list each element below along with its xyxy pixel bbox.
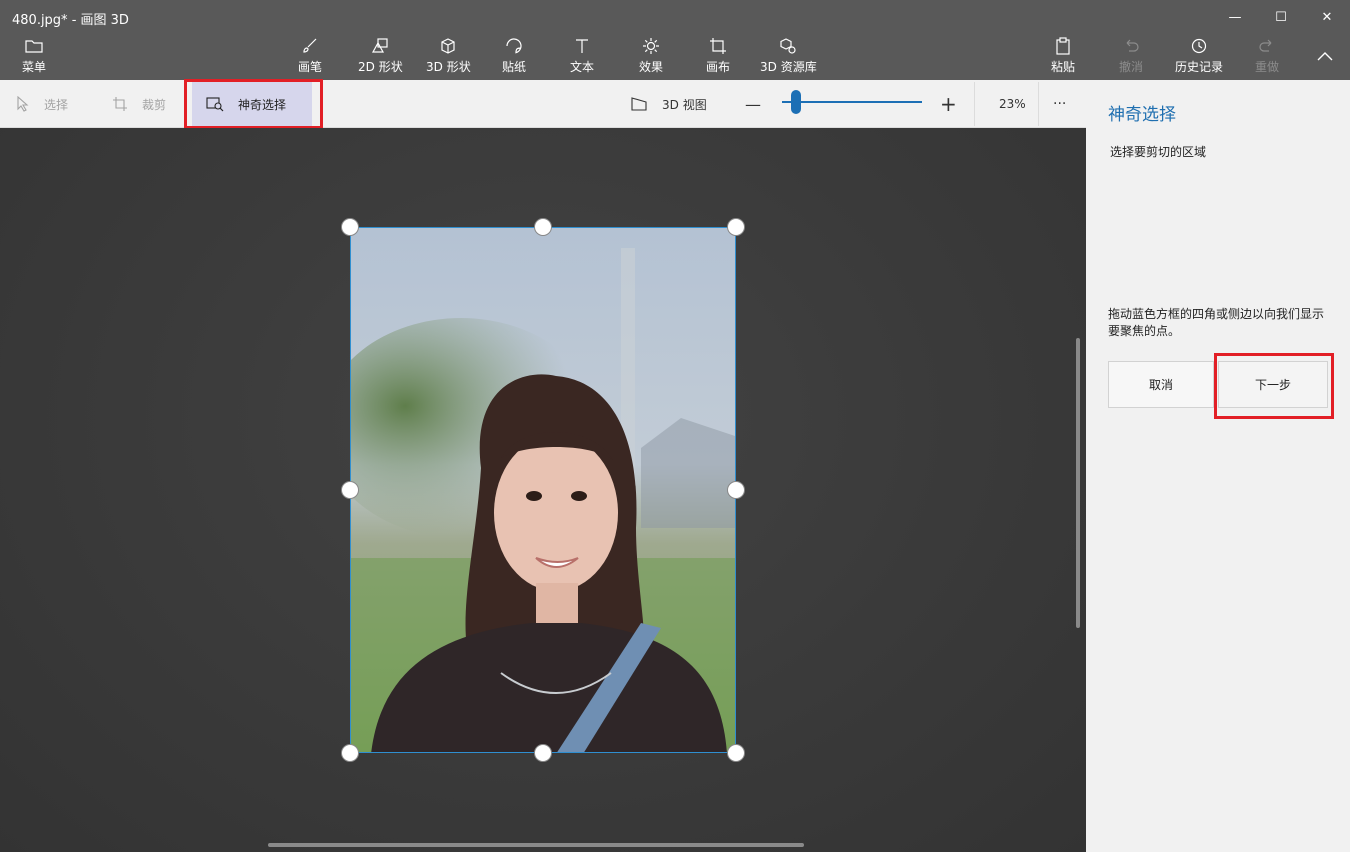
- 3d-library-icon: [779, 36, 797, 56]
- panel-title: 神奇选择: [1108, 105, 1176, 125]
- tool-canvas[interactable]: 画布: [706, 36, 730, 78]
- crop-label: 裁剪: [142, 97, 167, 112]
- 3d-shapes-icon: [439, 36, 457, 56]
- minimize-button[interactable]: —: [1212, 4, 1258, 30]
- tool-label: 贴纸: [502, 60, 527, 74]
- portrait-photo: [351, 228, 735, 752]
- history-icon: [1190, 36, 1208, 56]
- vertical-scrollbar[interactable]: [1076, 338, 1080, 628]
- undo-button[interactable]: 撤消: [1119, 36, 1143, 78]
- redo-button[interactable]: 重做: [1255, 36, 1279, 78]
- folder-icon: [25, 36, 43, 56]
- resize-handle-top[interactable]: [534, 218, 552, 236]
- crop-tool[interactable]: 裁剪: [112, 80, 166, 128]
- image-on-canvas[interactable]: [350, 227, 736, 753]
- tool-label: 画笔: [298, 60, 323, 74]
- horizontal-scrollbar[interactable]: [268, 843, 804, 847]
- menu-label: 菜单: [21, 60, 46, 74]
- tool-3d-library[interactable]: 3D 资源库: [760, 36, 817, 78]
- select-label: 选择: [44, 97, 69, 112]
- tool-label: 3D 资源库: [760, 60, 817, 74]
- paste-button[interactable]: 粘贴: [1051, 36, 1075, 78]
- clipboard-icon: [1054, 36, 1072, 56]
- maximize-button[interactable]: ☐: [1258, 4, 1304, 30]
- tool-text[interactable]: 文本: [570, 36, 594, 78]
- close-button[interactable]: ✕: [1304, 4, 1350, 30]
- zoom-slider-thumb[interactable]: [791, 90, 801, 114]
- tool-label: 文本: [570, 60, 595, 74]
- 2d-shapes-icon: [371, 36, 389, 56]
- window-title: 480.jpg* - 画图 3D: [12, 13, 129, 28]
- panel-description: 拖动蓝色方框的四角或侧边以向我们显示要聚焦的点。: [1108, 307, 1325, 338]
- undo-icon: [1122, 36, 1140, 56]
- effects-icon: [642, 36, 660, 56]
- tool-effects[interactable]: 效果: [639, 36, 663, 78]
- tool-sticker[interactable]: 贴纸: [502, 36, 526, 78]
- cursor-icon: [16, 96, 30, 112]
- tool-label: 3D 形状: [426, 60, 471, 74]
- zoom-in-button[interactable]: +: [940, 80, 957, 128]
- tool-brush[interactable]: 画笔: [298, 36, 322, 78]
- zoom-out-button[interactable]: —: [745, 80, 761, 128]
- divider: [974, 82, 975, 126]
- history-button[interactable]: 历史记录: [1175, 36, 1223, 78]
- select-tool[interactable]: 选择: [16, 80, 68, 128]
- tool-2d-shapes[interactable]: 2D 形状: [358, 36, 403, 78]
- brush-icon: [301, 36, 319, 56]
- resize-handle-bottom-left[interactable]: [341, 744, 359, 762]
- tool-3d-shapes[interactable]: 3D 形状: [426, 36, 471, 78]
- crop-icon: [112, 96, 128, 112]
- cancel-button[interactable]: 取消: [1108, 361, 1214, 408]
- tool-label: 画布: [706, 60, 731, 74]
- resize-handle-bottom-right[interactable]: [727, 744, 745, 762]
- 3d-view-icon: [630, 96, 648, 112]
- canvas-icon: [709, 36, 727, 56]
- sticker-icon: [505, 36, 523, 56]
- magic-select-label: 神奇选择: [238, 97, 287, 112]
- resize-handle-top-right[interactable]: [727, 218, 745, 236]
- divider: [1038, 82, 1039, 126]
- 3d-view-toggle[interactable]: 3D 视图: [630, 80, 707, 128]
- resize-handle-top-left[interactable]: [341, 218, 359, 236]
- text-icon: [573, 36, 591, 56]
- more-options-button[interactable]: ···: [1053, 80, 1066, 128]
- undo-label: 撤消: [1119, 60, 1144, 74]
- title-bar: 480.jpg* - 画图 3D — ☐ ✕ 菜单 画笔 2D 形状 3D 形状…: [0, 0, 1350, 80]
- paste-label: 粘贴: [1051, 60, 1076, 74]
- zoom-percent[interactable]: 23%: [999, 80, 1026, 128]
- next-button[interactable]: 下一步: [1218, 361, 1328, 408]
- panel-subtitle: 选择要剪切的区域: [1110, 145, 1207, 159]
- history-label: 历史记录: [1175, 60, 1224, 74]
- tool-label: 2D 形状: [358, 60, 403, 74]
- resize-handle-bottom[interactable]: [534, 744, 552, 762]
- resize-handle-left[interactable]: [341, 481, 359, 499]
- zoom-slider-track[interactable]: [782, 101, 922, 103]
- magic-select-panel: 神奇选择 选择要剪切的区域 拖动蓝色方框的四角或侧边以向我们显示要聚焦的点。 取…: [1086, 80, 1350, 852]
- chevron-up-icon: [1316, 46, 1334, 66]
- magic-select-icon: [206, 96, 224, 112]
- menu-button[interactable]: 菜单: [20, 36, 48, 78]
- tool-label: 效果: [639, 60, 664, 74]
- redo-label: 重做: [1255, 60, 1280, 74]
- magic-select-tool[interactable]: 神奇选择: [192, 82, 312, 126]
- resize-handle-right[interactable]: [727, 481, 745, 499]
- 3d-view-label: 3D 视图: [662, 97, 707, 112]
- redo-icon: [1258, 36, 1276, 56]
